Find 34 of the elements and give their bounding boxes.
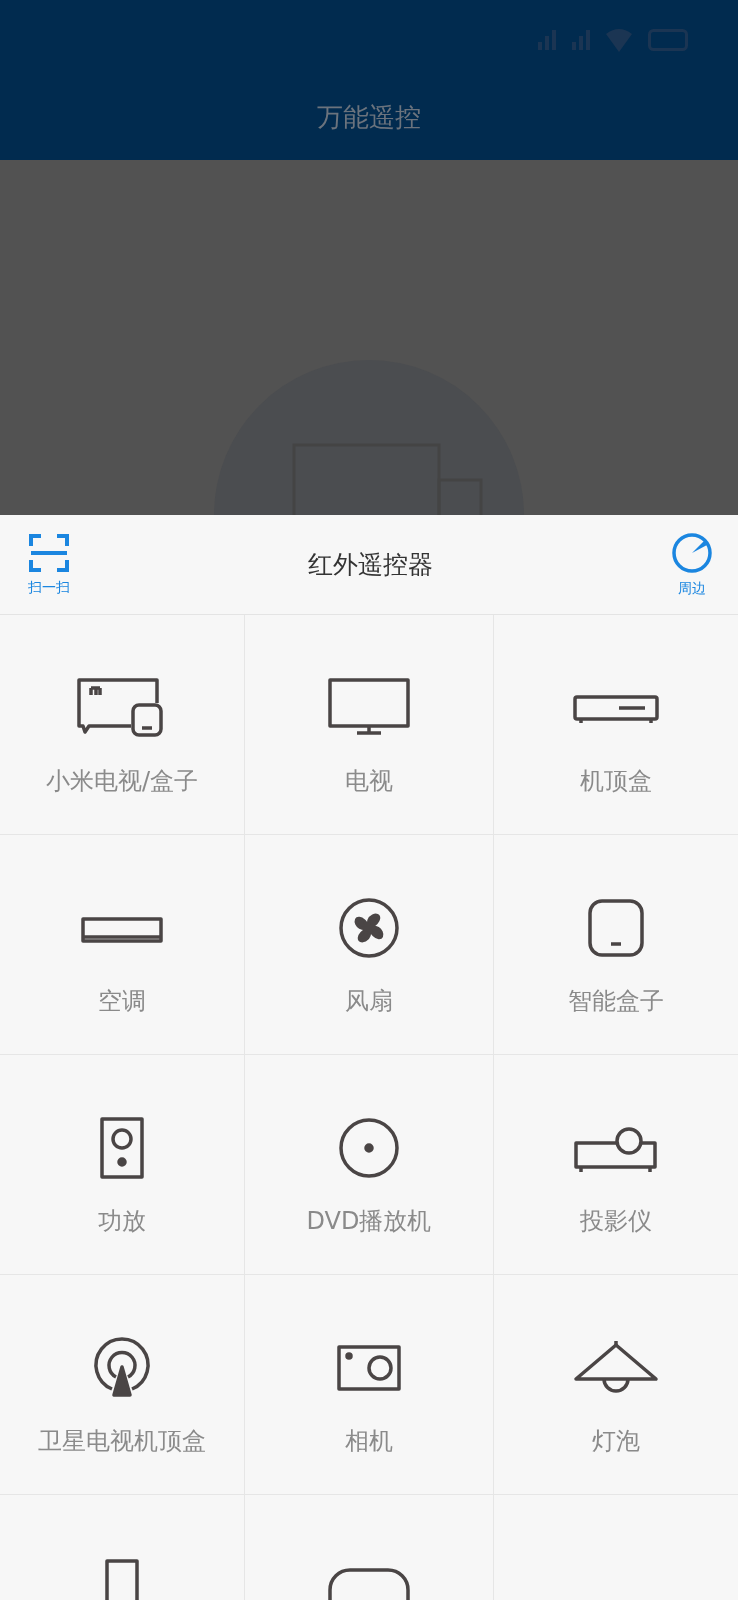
device-tile[interactable]: 相机 xyxy=(245,1275,494,1495)
device-tile[interactable]: 灯泡 xyxy=(494,1275,738,1495)
device-tile[interactable]: 机顶盒 xyxy=(494,615,738,835)
scan-icon xyxy=(28,532,70,573)
device-tile[interactable]: 投影仪 xyxy=(494,1055,738,1275)
wifi-icon xyxy=(606,28,632,52)
device-label: 相机 xyxy=(345,1426,393,1457)
device-label: DVD播放机 xyxy=(306,1206,432,1237)
signal-icon xyxy=(572,30,590,50)
signal-icon xyxy=(538,30,556,50)
device-tile[interactable]: 电视 xyxy=(245,615,494,835)
device-label: 机顶盒 xyxy=(580,766,652,797)
device-tile[interactable]: 功放 xyxy=(0,1055,245,1275)
device-label: 电视 xyxy=(345,766,393,797)
device-label: 投影仪 xyxy=(580,1206,652,1237)
sheet-title: 红外遥控器 xyxy=(308,549,433,581)
nearby-button[interactable]: 周边 xyxy=(671,531,713,598)
device-label: 小米电视/盒子 xyxy=(45,766,199,797)
scan-button[interactable]: 扫一扫 xyxy=(28,532,70,597)
device-tile[interactable]: 空调 xyxy=(0,835,245,1055)
device-tile[interactable]: 智能盒子 xyxy=(494,835,738,1055)
device-label: 卫星电视机顶盒 xyxy=(38,1426,206,1457)
device-label: 智能盒子 xyxy=(568,986,664,1017)
radar-icon xyxy=(671,531,713,574)
device-label: 空调 xyxy=(98,986,146,1017)
device-label: 风扇 xyxy=(345,986,393,1017)
device-tile[interactable]: 卫星电视机顶盒 xyxy=(0,1275,245,1495)
device-label: 功放 xyxy=(98,1206,146,1237)
device-label: 灯泡 xyxy=(592,1426,640,1457)
device-tile[interactable]: 风扇 xyxy=(245,835,494,1055)
app-title: 万能遥控 xyxy=(316,101,422,134)
device-tile[interactable]: DVD播放机 xyxy=(245,1055,494,1275)
device-tile[interactable]: 小米电视/盒子 xyxy=(0,615,245,835)
battery-icon xyxy=(648,29,688,51)
